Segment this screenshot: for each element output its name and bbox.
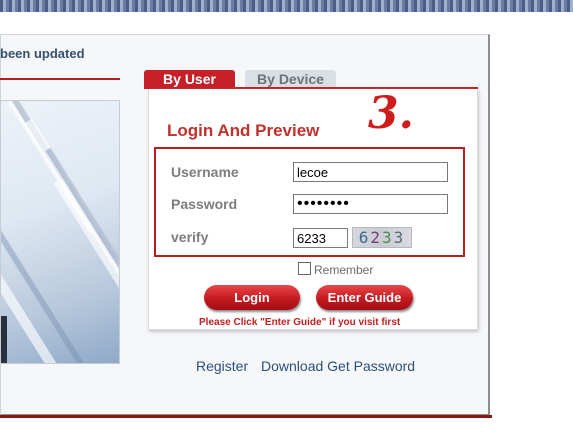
remember-option: Remember xyxy=(298,262,373,277)
verify-code-input[interactable] xyxy=(293,228,348,248)
remember-label: Remember xyxy=(314,263,374,277)
download-get-password-link[interactable]: Download Get Password xyxy=(261,358,415,374)
enter-guide-button[interactable]: Enter Guide xyxy=(316,285,413,310)
captcha-image[interactable]: 6233 xyxy=(352,227,412,248)
header-banner-strip xyxy=(0,0,573,12)
login-button[interactable]: Login xyxy=(204,285,300,310)
first-visit-hint: Please Click "Enter Guide" if you visit … xyxy=(199,317,401,328)
captcha-char: 6 xyxy=(358,228,371,247)
username-input[interactable] xyxy=(293,162,448,182)
password-label: Password xyxy=(171,196,238,212)
tab-by-device[interactable]: By Device xyxy=(245,70,336,88)
register-link[interactable]: Register xyxy=(196,358,248,374)
remember-checkbox[interactable] xyxy=(298,262,311,275)
password-input[interactable]: •••••••• xyxy=(293,194,448,214)
username-label: Username xyxy=(171,164,239,180)
building-photo xyxy=(0,100,120,364)
step-annotation: 3. xyxy=(368,88,414,139)
captcha-char: 2 xyxy=(370,228,382,247)
footer-rule xyxy=(0,415,492,418)
captcha-char: 3 xyxy=(393,228,406,247)
verify-label: verify xyxy=(171,229,209,245)
notice-divider xyxy=(0,78,120,80)
captcha-char: 3 xyxy=(382,228,394,247)
update-notice: been updated xyxy=(0,46,85,61)
tab-by-user[interactable]: By User xyxy=(144,70,235,88)
login-title: Login And Preview xyxy=(167,121,320,140)
